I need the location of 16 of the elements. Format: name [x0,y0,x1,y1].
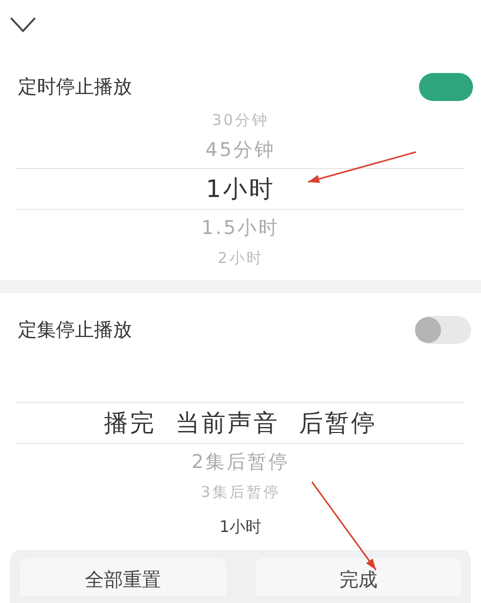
picker-option[interactable]: 1.5小时 [201,214,280,242]
reset-button[interactable]: 全部重置 [20,558,226,596]
summary-text: 1小时 [219,516,262,538]
toggle-switch[interactable] [417,316,471,344]
picker-option[interactable]: 3集后暂停 [200,480,280,504]
picker-option[interactable]: 2小时 [218,246,264,270]
toggle-switch[interactable] [419,73,473,101]
done-button[interactable]: 完成 [256,558,461,596]
section-title: 定时停止播放 [18,74,132,100]
chevron-down-icon[interactable] [10,17,36,33]
picker-option[interactable]: 45分钟 [205,136,276,164]
picker-option[interactable]: 30分钟 [212,108,270,132]
section-title: 定集停止播放 [18,318,132,343]
picker-option[interactable]: 播完 当前声音 后暂停 [104,405,377,441]
picker-option[interactable]: 2集后暂停 [191,448,290,476]
picker-option[interactable]: 1小时 [206,171,276,207]
